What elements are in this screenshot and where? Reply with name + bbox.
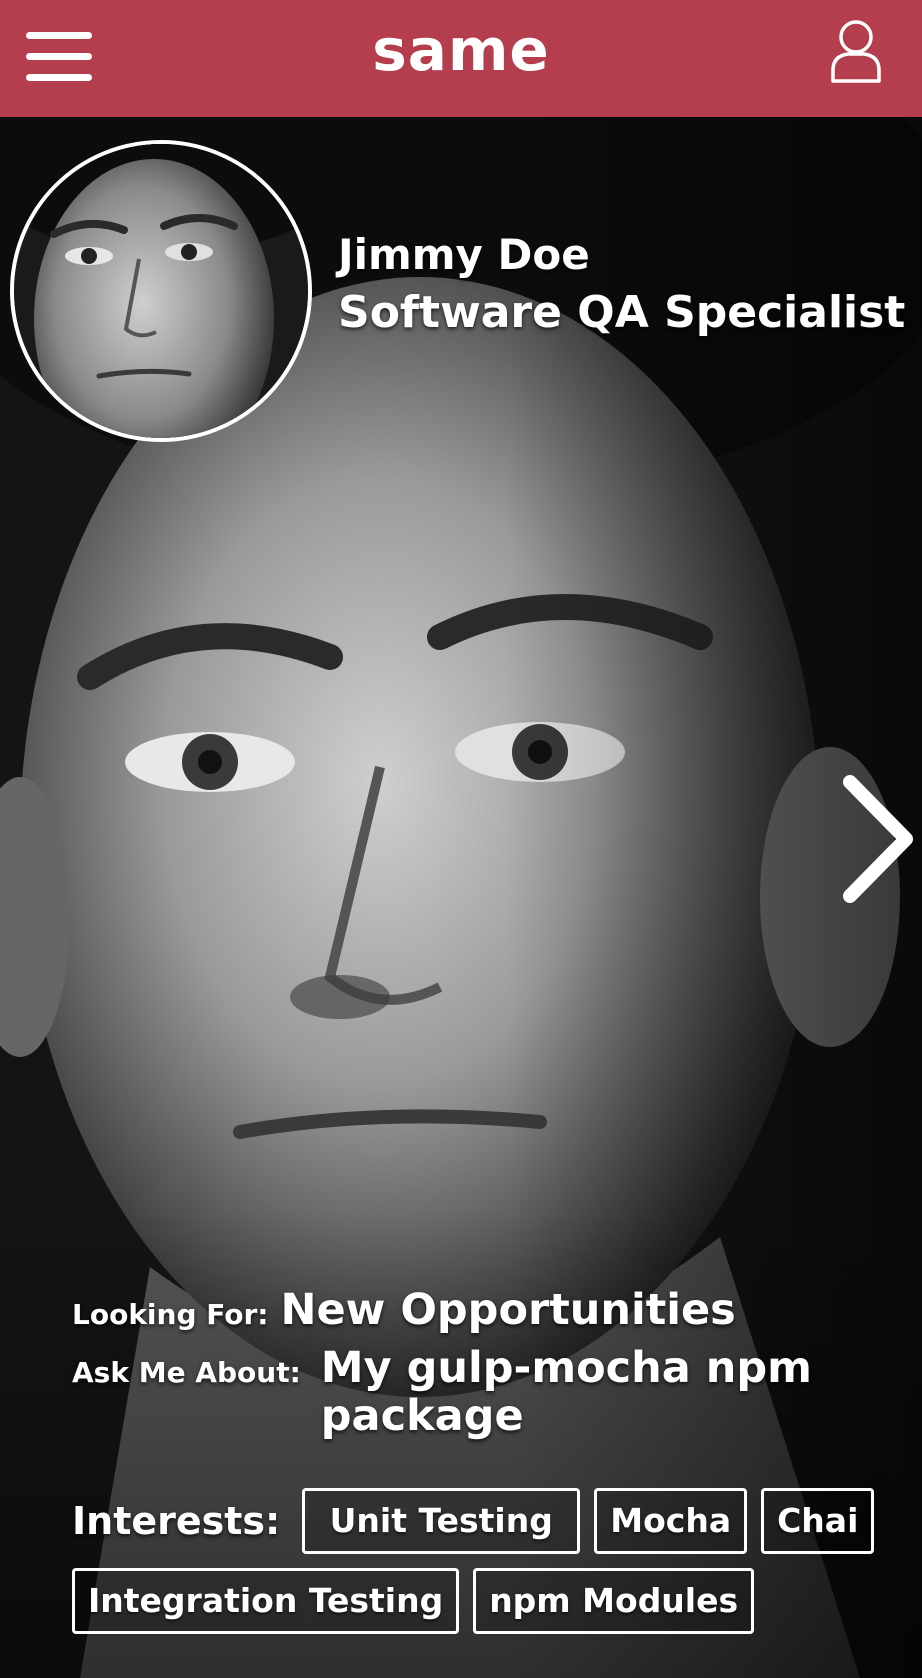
looking-for-row: Looking For: New Opportunities: [72, 1286, 912, 1334]
looking-for-label: Looking For:: [72, 1298, 269, 1331]
looking-for-value: New Opportunities: [280, 1285, 736, 1335]
ask-me-about-label: Ask Me About:: [72, 1356, 301, 1389]
app-brand: same: [372, 16, 550, 84]
app-header: same: [0, 0, 922, 117]
profile-avatar[interactable]: [10, 140, 312, 442]
chevron-right-icon[interactable]: [836, 772, 916, 906]
interest-tag-npm-modules[interactable]: npm Modules: [473, 1568, 755, 1634]
ask-me-about-row: Ask Me About: My gulp-mocha npm package: [72, 1344, 912, 1440]
interests-section: Interests: Unit Testing Mocha Chai Integ…: [72, 1488, 892, 1648]
ask-me-about-value: My gulp-mocha npm package: [320, 1343, 812, 1441]
interest-tag-unit-testing[interactable]: Unit Testing: [302, 1488, 581, 1554]
profile-screen: same Jimmy Doe Software QA Specialist Lo…: [0, 0, 922, 1678]
profile-details: Looking For: New Opportunities Ask Me Ab…: [72, 1286, 912, 1440]
profile-name: Jimmy Doe: [338, 230, 590, 279]
interest-tag-integration-testing[interactable]: Integration Testing: [72, 1568, 460, 1634]
profile-title: Software QA Specialist: [338, 287, 906, 338]
interest-tag-mocha[interactable]: Mocha: [594, 1488, 748, 1554]
interest-tag-chai[interactable]: Chai: [761, 1488, 875, 1554]
interests-row-1: Interests: Unit Testing Mocha Chai: [72, 1488, 892, 1554]
user-profile-icon[interactable]: [830, 18, 882, 84]
interests-row-2: Integration Testing npm Modules: [72, 1568, 892, 1634]
interests-label: Interests:: [72, 1499, 281, 1543]
profile-header-text: Jimmy Doe Software QA Specialist: [338, 228, 905, 344]
